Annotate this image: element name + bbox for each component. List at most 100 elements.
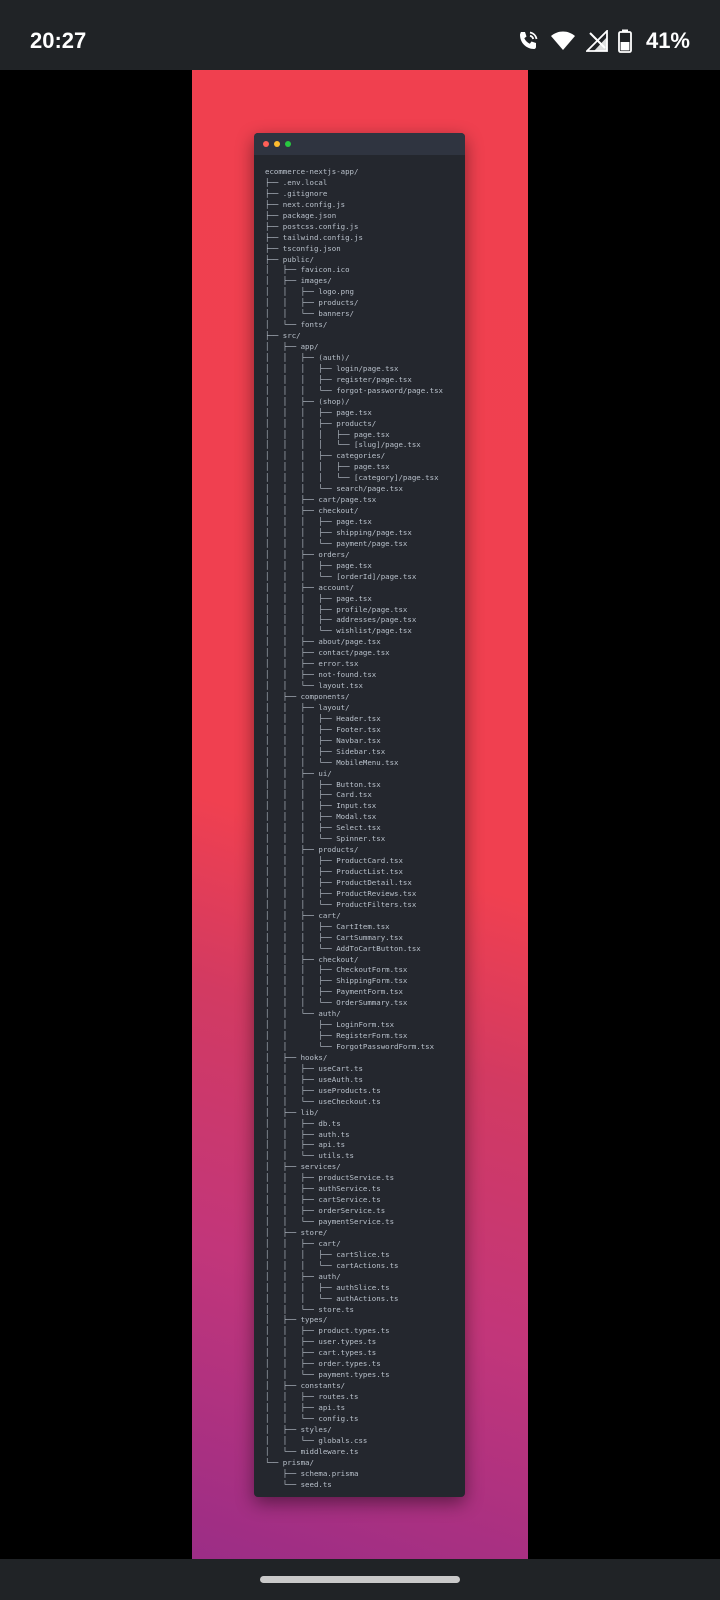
tree-line: │ │ │ ├── ProductCard.tsx: [265, 856, 403, 866]
tree-line: │ │ │ ├── Header.tsx: [265, 713, 381, 723]
tree-line: ├── schema.prisma: [265, 1468, 359, 1478]
tree-line: │ │ ├── (shop)/: [265, 396, 350, 406]
tree-line: │ │ ├── cart/page.tsx: [265, 495, 377, 505]
tree-line: │ │ ├── checkout/: [265, 506, 359, 516]
tree-line: │ │ │ ├── CheckoutForm.tsx: [265, 965, 408, 975]
tree-line: │ │ │ ├── products/: [265, 418, 377, 428]
tree-line: ├── next.config.js: [265, 199, 346, 209]
tree-line: │ │ └── useCheckout.ts: [265, 1096, 381, 1106]
tree-line: │ │ └── config.ts: [265, 1413, 359, 1423]
tree-line: │ │ ├── layout/: [265, 702, 350, 712]
tree-line: ├── public/: [265, 254, 314, 264]
tree-line: │ │ └── globals.css: [265, 1435, 368, 1445]
tree-line: │ ├── constants/: [265, 1381, 346, 1391]
tree-line: │ │ ├── orders/: [265, 549, 350, 559]
tree-line: │ │ ├── useCart.ts: [265, 1063, 363, 1073]
tree-line: │ │ │ └── cartActions.ts: [265, 1260, 399, 1270]
tree-line: │ │ ├── cart.types.ts: [265, 1348, 377, 1358]
tree-line: │ │ ├── useAuth.ts: [265, 1074, 363, 1084]
tree-line: │ │ ├── auth.ts: [265, 1129, 350, 1139]
wifi-calling-icon: [516, 29, 540, 53]
tree-line: ├── tsconfig.json: [265, 243, 341, 253]
code-window: ecommerce-nextjs-app/├── .env.local ├── .…: [254, 133, 465, 1497]
home-gesture-handle[interactable]: [260, 1576, 460, 1583]
tree-line: │ │ │ ├── Button.tsx: [265, 779, 381, 789]
tree-line: ├── package.json: [265, 210, 337, 220]
tree-line: │ │ └── paymentService.ts: [265, 1217, 395, 1226]
tree-line: │ │ ├── routes.ts: [265, 1392, 359, 1401]
tree-line: │ │ │ ├── Select.tsx: [265, 823, 381, 833]
image-viewer[interactable]: ecommerce-nextjs-app/├── .env.local ├── .…: [0, 70, 720, 1559]
maximize-dot-icon: [285, 141, 291, 147]
tree-line: │ │ ├── products/: [265, 298, 359, 308]
tree-line: ├── .gitignore: [265, 188, 328, 198]
tree-line: │ │ │ ├── categories/: [265, 451, 386, 461]
tree-line: │ │ ├── product.types.ts: [265, 1326, 390, 1336]
tree-line: │ │ ├── account/: [265, 582, 354, 592]
wifi-icon: [550, 30, 576, 52]
tree-line: ecommerce-nextjs-app/: [265, 167, 359, 176]
tree-line: │ │ └── banners/: [265, 309, 354, 319]
tree-line: │ │ │ ├── page.tsx: [265, 407, 372, 417]
tree-line: │ │ ├── authService.ts: [265, 1184, 381, 1194]
tree-line: │ │ │ ├── register/page.tsx: [265, 374, 412, 384]
tree-line: │ │ │ │ └── [category]/page.tsx: [265, 473, 439, 483]
tree-line: │ │ ├── not-found.tsx: [265, 670, 377, 680]
gradient-background-image[interactable]: ecommerce-nextjs-app/├── .env.local ├── .…: [192, 70, 528, 1559]
tree-line: │ │ │ └── MobileMenu.tsx: [265, 757, 399, 767]
tree-line: │ │ │ ├── Navbar.tsx: [265, 735, 381, 745]
tree-line: │ │ │ └── ProductFilters.tsx: [265, 899, 417, 909]
tree-line: │ └── middleware.ts: [265, 1446, 359, 1456]
tree-line: │ │ ├── ui/: [265, 768, 332, 778]
tree-line: │ │ │ └── forgot-password/page.tsx: [265, 385, 443, 395]
tree-line: │ │ │ └── wishlist/page.tsx: [265, 626, 412, 636]
tree-line: └── prisma/: [265, 1457, 314, 1467]
tree-line: │ ├── hooks/: [265, 1052, 328, 1062]
tree-line: │ ├── types/: [265, 1315, 328, 1325]
tree-line: ├── src/: [265, 331, 301, 341]
tree-line: │ │ └── layout.tsx: [265, 681, 363, 691]
tree-line: │ ├── images/: [265, 276, 332, 286]
tree-line: │ │ │ ├── profile/page.tsx: [265, 604, 408, 614]
window-titlebar: [254, 133, 465, 155]
tree-line: │ │ │ ├── PaymentForm.tsx: [265, 987, 403, 997]
tree-line: │ │ └── store.ts: [265, 1304, 354, 1314]
tree-line: │ │ │ └── OrderSummary.tsx: [265, 998, 408, 1008]
tree-line: │ │ │ └── Spinner.tsx: [265, 834, 386, 844]
tree-line: │ │ ├── cart/: [265, 910, 341, 920]
tree-line: │ ├── favicon.ico: [265, 265, 350, 275]
tree-line: │ │ │ ├── addresses/page.tsx: [265, 615, 417, 625]
tree-line: │ │ ├── RegisterForm.tsx: [265, 1031, 408, 1041]
tree-line: │ │ ├── db.ts: [265, 1118, 341, 1128]
tree-line: │ │ │ ├── ProductDetail.tsx: [265, 877, 412, 887]
tree-line: │ │ ├── useProducts.ts: [265, 1085, 381, 1095]
tree-line: │ │ ├── cartService.ts: [265, 1195, 381, 1205]
tree-line: │ │ └── utils.ts: [265, 1151, 354, 1161]
tree-line: │ │ ├── contact/page.tsx: [265, 648, 390, 658]
battery-percentage: 41%: [645, 28, 690, 53]
tree-line: │ │ │ ├── CartSummary.tsx: [265, 932, 403, 942]
tree-line: │ │ │ │ ├── page.tsx: [265, 462, 390, 472]
battery-icon: [618, 29, 632, 53]
tree-line: │ │ └── auth/: [265, 1009, 341, 1019]
tree-line: │ │ │ ├── ProductReviews.tsx: [265, 888, 417, 898]
tree-line: │ │ ├── logo.png: [265, 287, 354, 297]
tree-line: │ │ │ ├── Input.tsx: [265, 801, 377, 811]
tree-line: │ │ ├── products/: [265, 845, 359, 855]
tree-line: │ │ │ ├── Card.tsx: [265, 790, 372, 800]
minimize-dot-icon: [274, 141, 280, 147]
tree-line: │ │ │ ├── Modal.tsx: [265, 812, 377, 822]
tree-line: │ ├── styles/: [265, 1424, 332, 1434]
close-dot-icon: [263, 141, 269, 147]
tree-line: │ │ │ ├── CartItem.tsx: [265, 921, 390, 931]
tree-line: │ │ └── ForgotPasswordForm.tsx: [265, 1042, 435, 1051]
tree-line: │ │ ├── user.types.ts: [265, 1337, 377, 1347]
tree-line: │ ├── store/: [265, 1227, 328, 1237]
tree-line: │ │ ├── cart/: [265, 1238, 341, 1248]
tree-line: │ │ │ └── AddToCartButton.tsx: [265, 943, 421, 953]
tree-line: │ ├── services/: [265, 1162, 341, 1172]
tree-line: │ │ ├── checkout/: [265, 954, 359, 964]
tree-line: │ │ │ ├── page.tsx: [265, 517, 372, 526]
tree-line: │ │ │ ├── authSlice.ts: [265, 1282, 390, 1292]
tree-line: │ │ ├── order.types.ts: [265, 1359, 381, 1369]
